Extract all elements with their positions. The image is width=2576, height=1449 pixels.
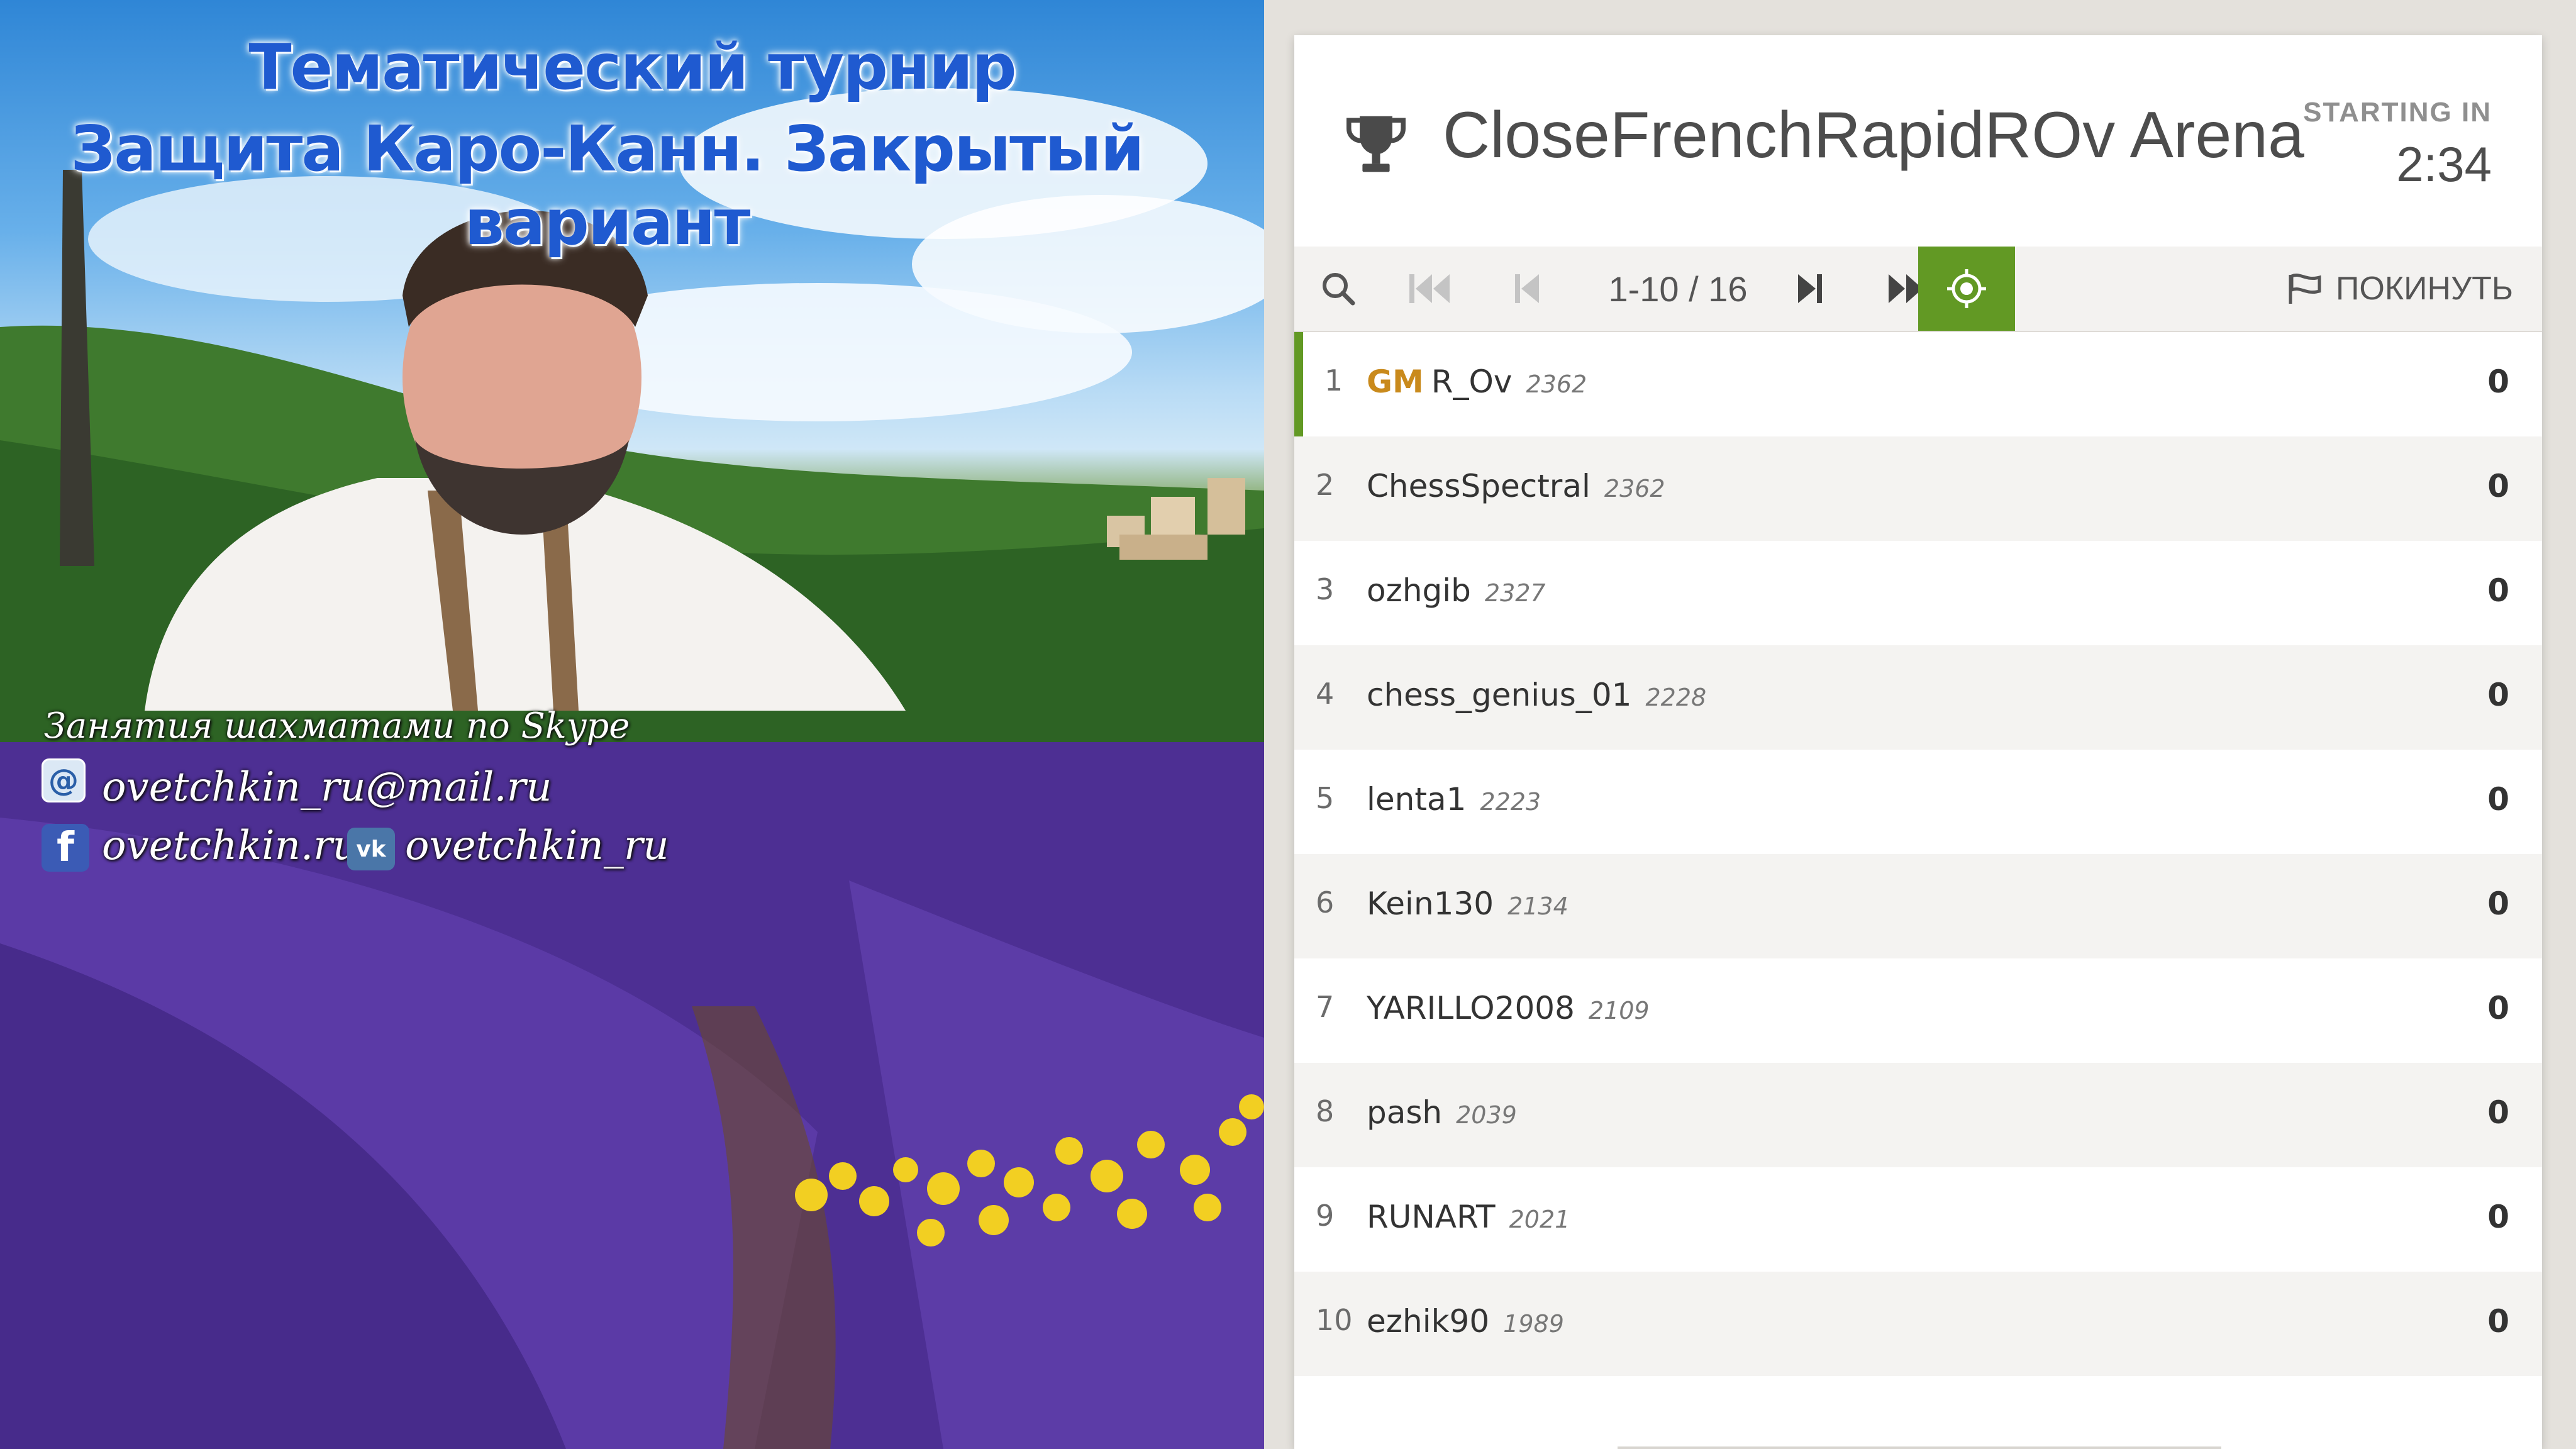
player-score: 0: [2487, 468, 2509, 504]
standings-table: 1 GM R_Ov 2362 0 2 ChessSpectral 2362 0 3 ozhgib 23…: [1294, 332, 2542, 1376]
player-name: pash: [1367, 1094, 1443, 1131]
player-rating: 2327: [1484, 579, 1546, 607]
player-rank: 9: [1316, 1199, 1335, 1233]
facebook-icon: f: [42, 824, 89, 872]
next-page-icon: [1798, 274, 1822, 303]
player-score: 0: [2487, 1094, 2509, 1131]
trophy-icon: [1346, 116, 1406, 172]
vk-icon: vk: [347, 828, 395, 870]
player-name: ozhgib: [1367, 572, 1471, 609]
player-rating: 2228: [1645, 684, 1707, 711]
contact-vk: ovetchkin_ru: [405, 823, 669, 869]
player-rank: 6: [1316, 886, 1335, 919]
mail-icon: @: [42, 758, 86, 802]
tournament-header: CloseFrenchRapidROv Arena STARTING IN 2:…: [1294, 35, 2542, 247]
player-name: YARILLO2008: [1367, 990, 1575, 1026]
standings-row[interactable]: 5 lenta1 2223 0: [1294, 750, 2542, 854]
next-page-button[interactable]: [1766, 247, 1854, 331]
player-link[interactable]: GM R_Ov 2362: [1367, 364, 1587, 400]
standings-row[interactable]: 2 ChessSpectral 2362 0: [1294, 436, 2542, 541]
player-rating: 2134: [1507, 892, 1568, 920]
player-name: Kein130: [1367, 886, 1494, 922]
standings-pager: 1-10 / 16 ПОКИНУТЬ: [1294, 247, 2542, 333]
player-rank: 8: [1316, 1094, 1335, 1128]
prev-page-button[interactable]: [1483, 247, 1571, 331]
standings-row[interactable]: 9 RUNART 2021 0: [1294, 1167, 2542, 1272]
standings-row[interactable]: 6 Kein130 2134 0: [1294, 854, 2542, 958]
player-rating: 2039: [1456, 1101, 1517, 1129]
tournament-card: CloseFrenchRapidROv Arena STARTING IN 2:…: [1294, 35, 2542, 1449]
page-range: 1-10 / 16: [1608, 269, 1748, 309]
player-rating: 1989: [1503, 1310, 1564, 1338]
player-rank: 5: [1316, 781, 1335, 815]
stream-title-line-2: Защита Каро-Канн. Закрытый вариант: [70, 112, 1144, 259]
player-name: R_Ov: [1431, 364, 1513, 400]
player-rank: 4: [1316, 677, 1335, 711]
lessons-caption: Занятия шахматами по Skype: [44, 706, 630, 747]
first-page-icon: [1409, 274, 1450, 303]
player-link[interactable]: lenta1 2223: [1367, 781, 1541, 818]
player-score: 0: [2487, 886, 2509, 922]
player-rank: 3: [1316, 572, 1335, 606]
player-link[interactable]: Kein130 2134: [1367, 886, 1568, 922]
player-score: 0: [2487, 1199, 2509, 1235]
contact-website: ovetchkin.ru: [102, 823, 358, 869]
player-rating: 2362: [1526, 370, 1587, 398]
player-name: lenta1: [1367, 781, 1467, 818]
leave-tournament-button[interactable]: ПОКИНУТЬ: [2287, 247, 2513, 331]
first-page-button[interactable]: [1386, 247, 1474, 331]
player-link[interactable]: YARILLO2008 2109: [1367, 990, 1650, 1026]
player-link[interactable]: RUNART 2021: [1367, 1199, 1570, 1235]
player-score: 0: [2487, 677, 2509, 713]
tournament-title: CloseFrenchRapidROv Arena: [1443, 99, 2304, 172]
player-rank: 10: [1316, 1303, 1353, 1337]
contact-email: ovetchkin_ru@mail.ru: [102, 764, 552, 811]
player-link[interactable]: pash 2039: [1367, 1094, 1517, 1131]
player-score: 0: [2487, 990, 2509, 1026]
player-title: GM: [1367, 364, 1424, 400]
my-position-button[interactable]: [1918, 247, 2015, 331]
standings-row[interactable]: 3 ozhgib 2327 0: [1294, 541, 2542, 645]
player-score: 0: [2487, 572, 2509, 609]
player-score: 0: [2487, 781, 2509, 818]
standings-row[interactable]: 7 YARILLO2008 2109 0: [1294, 958, 2542, 1063]
standings-row[interactable]: 10 ezhik90 1989 0: [1294, 1272, 2542, 1376]
player-rank: 7: [1316, 990, 1335, 1024]
standings-row[interactable]: 4 chess_genius_01 2228 0: [1294, 645, 2542, 750]
player-rank: 1: [1324, 364, 1343, 397]
countdown-timer: 2:34: [2396, 136, 2492, 192]
search-icon: [1323, 273, 1355, 306]
player-rank: 2: [1316, 468, 1335, 502]
player-name: ChessSpectral: [1367, 468, 1591, 504]
card-footer-divider: [1618, 1446, 2221, 1449]
player-link[interactable]: ozhgib 2327: [1367, 572, 1546, 609]
flag-icon: [2289, 274, 2321, 304]
prev-page-icon: [1515, 274, 1539, 303]
player-link[interactable]: ezhik90 1989: [1367, 1303, 1564, 1340]
player-score: 0: [2487, 364, 2509, 400]
player-name: chess_genius_01: [1367, 677, 1632, 713]
player-rating: 2021: [1509, 1206, 1570, 1233]
stream-title-line-1: Тематический турнир: [248, 30, 1016, 104]
focus-icon: [1947, 269, 1986, 308]
standings-row[interactable]: 8 pash 2039 0: [1294, 1063, 2542, 1167]
starting-in-label: STARTING IN: [2303, 97, 2492, 128]
player-link[interactable]: chess_genius_01 2228: [1367, 677, 1706, 713]
standings-row[interactable]: 1 GM R_Ov 2362 0: [1294, 332, 2542, 436]
search-button[interactable]: [1294, 247, 1382, 331]
player-link[interactable]: ChessSpectral 2362: [1367, 468, 1665, 504]
player-score: 0: [2487, 1303, 2509, 1340]
video-overlay: Тематический турнир Защита Каро-Канн. За…: [0, 0, 1264, 1449]
player-rating: 2109: [1588, 997, 1650, 1024]
player-name: RUNART: [1367, 1199, 1496, 1235]
player-name: ezhik90: [1367, 1303, 1490, 1340]
leave-label: ПОКИНУТЬ: [2336, 270, 2513, 307]
player-rating: 2362: [1604, 475, 1665, 502]
player-rating: 2223: [1480, 788, 1541, 816]
